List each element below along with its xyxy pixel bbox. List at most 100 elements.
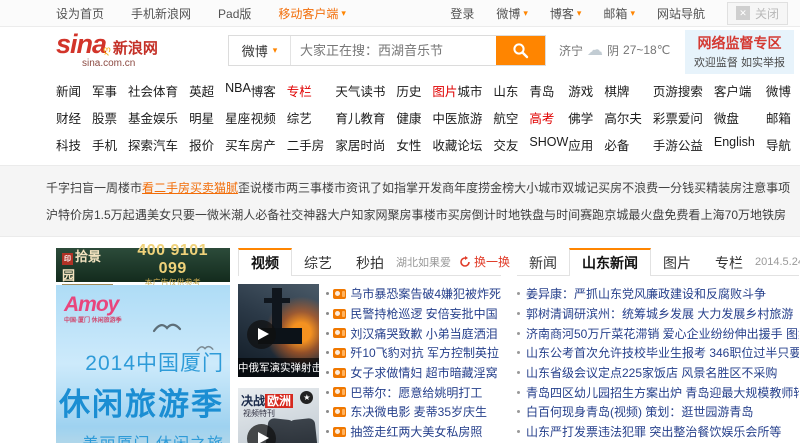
close-button[interactable]: ✕关闭 (727, 2, 788, 25)
nav-link-SHOW[interactable]: SHOW (529, 135, 568, 154)
news-list-item[interactable]: 山东省级会议定点225家饭店 风景名胜区不采购 (517, 363, 799, 383)
nav-link-手机[interactable]: 手机 (92, 135, 117, 154)
strip-link[interactable]: 开发商年度捞金榜 (418, 179, 514, 196)
nav-link-新闻[interactable]: 新闻 (56, 81, 81, 100)
weather-widget[interactable]: 济宁 ☁ 阴 27~18℃ (559, 40, 670, 60)
strip-link[interactable]: 大户知家网聚房事 (328, 206, 424, 223)
news-list-item[interactable]: 郭树清调研滨州：统筹城乡发展 大力发展乡村旅游 (517, 304, 799, 324)
tab-秒拍[interactable]: 秒拍 (344, 248, 396, 275)
tab-新闻[interactable]: 新闻 (517, 248, 569, 275)
search-category-dropdown[interactable]: 微博 ▾ (229, 36, 291, 65)
nav-link-高尔夫[interactable]: 高尔夫 (604, 108, 642, 127)
nav-link-视频[interactable]: 视频 (251, 108, 276, 127)
video-list-item[interactable]: 女子求做情妇 超市暗藏淫窝 (326, 363, 501, 383)
network-supervision-box[interactable]: 网络监督专区 欢迎监督 如实举报 (685, 30, 794, 74)
nav-link-微盘[interactable]: 微盘 (714, 108, 755, 127)
news-list-item[interactable]: 山东公考首次允许技校毕业生报考 346职位过半只要男性 (517, 343, 799, 363)
nav-link-读书[interactable]: 读书 (360, 81, 385, 100)
nav-link-旅游[interactable]: 旅游 (457, 108, 482, 127)
strip-link[interactable]: 楼市买房倒计时 (424, 206, 508, 223)
topbar-link-移动客户端[interactable]: 移动客户端▾ (278, 5, 346, 22)
nav-link-二手房[interactable]: 二手房 (287, 135, 325, 154)
nav-link-家居[interactable]: 家居 (335, 135, 360, 154)
nav-link-青岛[interactable]: 青岛 (529, 81, 568, 100)
refresh-button[interactable]: 换一换 (459, 253, 510, 270)
nav-link-图片[interactable]: 图片 (432, 81, 457, 100)
nav-link-健康[interactable]: 健康 (396, 108, 421, 127)
nav-link-English[interactable]: English (714, 135, 755, 154)
nav-link-财经[interactable]: 财经 (56, 108, 81, 127)
tab-专栏[interactable]: 专栏 (703, 248, 755, 275)
nav-link-娱乐[interactable]: 娱乐 (153, 108, 178, 127)
video-list-item[interactable]: 刘汉痛哭致歉 小弟当庭洒泪 (326, 323, 501, 343)
nav-link-导航[interactable]: 导航 (766, 135, 791, 154)
nav-link-城市[interactable]: 城市 (457, 81, 482, 100)
nav-link-收藏[interactable]: 收藏 (432, 135, 457, 154)
video-list-item[interactable]: 巴蒂尔：愿意给姚明打工 (326, 382, 501, 402)
strip-link[interactable]: 大小城市双城记 (514, 179, 598, 196)
nav-link-页游[interactable]: 页游 (653, 81, 678, 100)
nav-link-高考[interactable]: 高考 (529, 108, 568, 127)
video-list-item[interactable]: 乌市暴恐案告破4嫌犯被炸死 (326, 284, 501, 304)
strip-link[interactable]: 千字扫盲一周楼市 (46, 179, 142, 196)
nav-link-社会[interactable]: 社会 (128, 81, 153, 100)
topbar-link-手机新浪网[interactable]: 手机新浪网 (131, 5, 191, 22)
nav-link-房产[interactable]: 房产 (251, 135, 276, 154)
news-list-item[interactable]: 济南商河50万斤菜花滞销 爱心企业纷纷伸出援手 图集 (517, 323, 799, 343)
nav-link-航空[interactable]: 航空 (493, 108, 518, 127)
video-list-item[interactable]: 东决微电影 麦蒂35岁庆生 (326, 402, 501, 422)
strip-link[interactable]: 潮人必备社交神器 (231, 206, 327, 223)
topbar-link-Pad版[interactable]: Pad版 (218, 5, 251, 22)
nav-link-星座[interactable]: 星座 (225, 108, 251, 127)
strip-link[interactable]: 看二手房买卖猫腻 (142, 179, 238, 196)
nav-link-必备[interactable]: 必备 (604, 135, 642, 154)
nav-link-博客[interactable]: 博客 (251, 81, 276, 100)
search-input[interactable] (291, 36, 496, 65)
nav-link-山东[interactable]: 山东 (493, 81, 518, 100)
nav-link-微博[interactable]: 微博 (766, 81, 791, 100)
sina-logo[interactable]: sinaღ新浪网 sina.com.cn (56, 31, 214, 69)
nav-link-邮箱[interactable]: 邮箱 (766, 108, 791, 127)
topbar-link-设为首页[interactable]: 设为首页 (56, 5, 104, 22)
nav-link-专栏[interactable]: 专栏 (287, 81, 325, 100)
nav-link-棋牌[interactable]: 棋牌 (604, 81, 642, 100)
tab-视频[interactable]: 视频 (238, 248, 292, 276)
tab-综艺[interactable]: 综艺 (292, 248, 344, 275)
nav-link-客户端[interactable]: 客户端 (714, 81, 755, 100)
nav-link-买车[interactable]: 买车 (225, 135, 251, 154)
nav-link-体育[interactable]: 体育 (153, 81, 178, 100)
topbar-link-邮箱[interactable]: 邮箱▾ (603, 5, 635, 22)
nav-link-报价[interactable]: 报价 (189, 135, 214, 154)
nav-link-游戏[interactable]: 游戏 (568, 81, 593, 100)
nav-link-明星[interactable]: 明星 (189, 108, 214, 127)
video-list-item[interactable]: 抽签走红两大美女私房照 (326, 422, 501, 442)
strip-link[interactable]: 沪特价房1.5万起 (46, 206, 135, 223)
strip-link[interactable]: 遇美女只要一微米 (135, 206, 231, 223)
strip-link[interactable]: 上海70万地铁房 (701, 206, 786, 223)
nav-link-彩票[interactable]: 彩票 (653, 108, 678, 127)
tab-图片[interactable]: 图片 (651, 248, 703, 275)
topbar-link-博客[interactable]: 博客▾ (550, 5, 582, 22)
video-thumbnail-uefa[interactable]: 决战欧洲 ★ 视频特刊 欧冠决赛预热视频特刊 (238, 388, 319, 443)
nav-link-天气[interactable]: 天气 (335, 81, 360, 100)
video-thumbnail-warship[interactable]: 中俄军演实弹射击现场 (238, 284, 319, 377)
nav-link-历史[interactable]: 历史 (396, 81, 421, 100)
strip-link[interactable]: 京城最火盘免费看 (604, 206, 700, 223)
nav-link-科技[interactable]: 科技 (56, 135, 81, 154)
nav-link-论坛[interactable]: 论坛 (457, 135, 482, 154)
topbar-link-网站导航[interactable]: 网站导航 (657, 5, 705, 22)
news-list-item[interactable]: 山东严打发票违法犯罪 突出整治餐饮娱乐会所等 (517, 422, 799, 442)
news-list-item[interactable]: 青岛四区幼儿园招生方案出炉 青岛迎最大规模教师轮岗 (517, 382, 799, 402)
nav-link-育儿[interactable]: 育儿 (335, 108, 360, 127)
nav-link-佛学[interactable]: 佛学 (568, 108, 593, 127)
video-list-item[interactable]: 歼10飞豹对抗 军方控制英拉 (326, 343, 501, 363)
topbar-link-微博[interactable]: 微博▾ (496, 5, 528, 22)
nav-link-综艺[interactable]: 综艺 (287, 108, 325, 127)
news-list-item[interactable]: 姜异康：严抓山东党风廉政建设和反腐败斗争 (517, 284, 799, 304)
nav-link-爱问[interactable]: 爱问 (678, 108, 703, 127)
strip-link[interactable]: 歪说楼市两三事 (238, 179, 322, 196)
nav-link-股票[interactable]: 股票 (92, 108, 117, 127)
nav-link-教育[interactable]: 教育 (360, 108, 385, 127)
nav-link-NBA[interactable]: NBA (225, 81, 251, 100)
strip-link[interactable]: 买房不浪费一分钱 (598, 179, 694, 196)
